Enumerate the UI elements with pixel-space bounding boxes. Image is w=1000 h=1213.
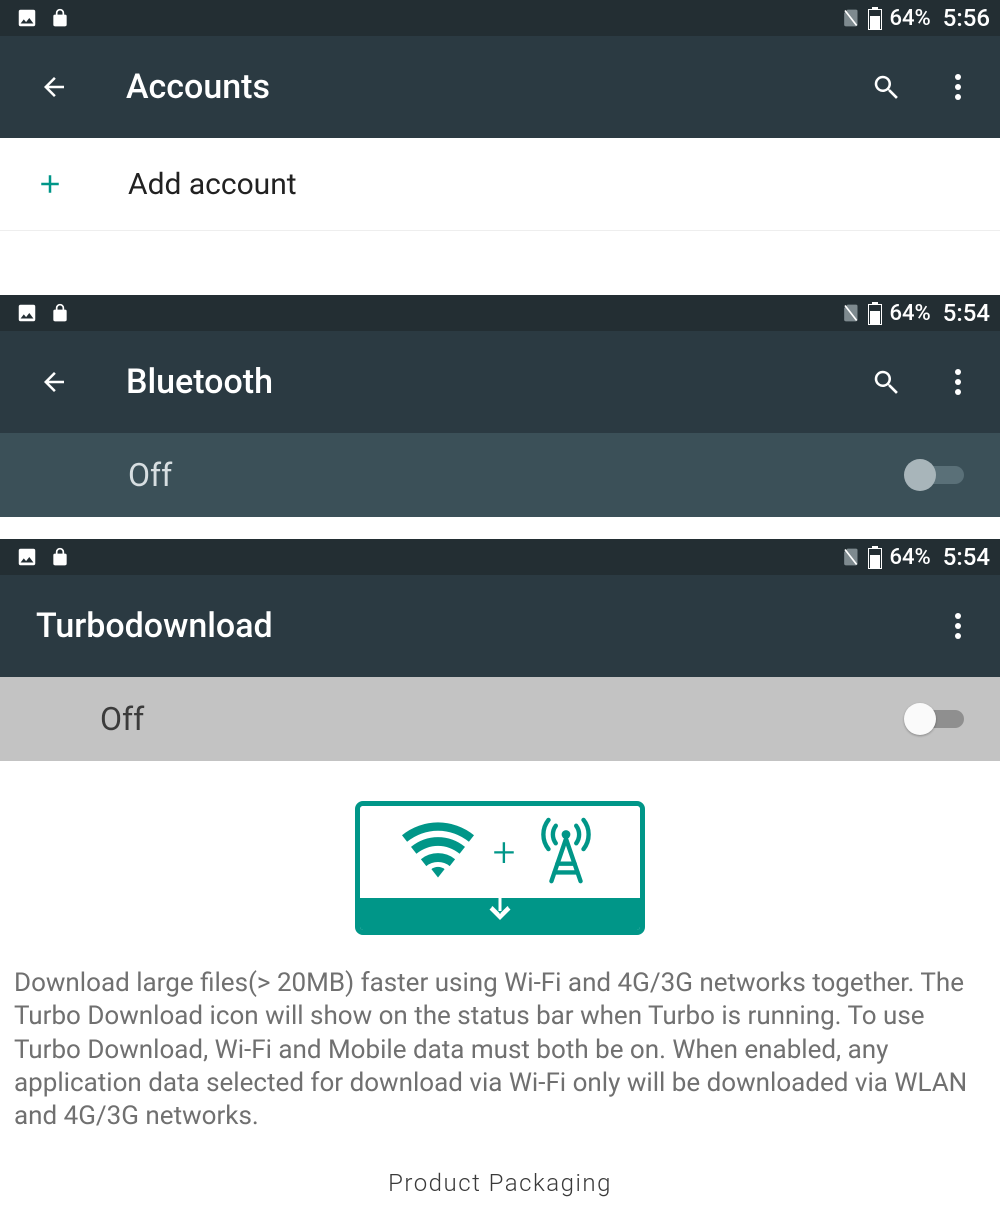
lock-icon (50, 545, 70, 569)
image-icon (16, 546, 38, 568)
sim-icon (840, 6, 860, 30)
panel-turbo: 64% 5:54 Turbodownload Off (0, 539, 1000, 1213)
toolbar-turbo: Turbodownload (0, 575, 1000, 677)
toolbar-accounts: Accounts (0, 36, 1000, 138)
turbo-description: Download large files(> 20MB) faster usin… (0, 959, 1000, 1157)
search-icon[interactable] (864, 367, 908, 397)
add-account-row[interactable]: Add account (0, 138, 1000, 230)
wifi-icon (399, 822, 477, 882)
status-bar: 64% 5:54 (0, 295, 1000, 331)
sim-icon (840, 545, 860, 569)
bluetooth-state-label: Off (128, 456, 172, 494)
plus-symbol: + (493, 829, 516, 876)
overflow-icon[interactable] (936, 611, 980, 641)
panel-gap (0, 517, 1000, 539)
turbo-state-bar: Off (0, 677, 1000, 761)
download-arrow-icon (482, 890, 518, 926)
turbo-state-label: Off (100, 700, 144, 738)
battery-icon (868, 545, 882, 569)
add-account-label: Add account (128, 167, 297, 202)
page-title: Bluetooth (126, 362, 273, 402)
lock-icon (50, 6, 70, 30)
clock: 5:56 (943, 4, 990, 32)
overflow-icon[interactable] (936, 367, 980, 397)
status-bar: 64% 5:54 (0, 539, 1000, 575)
plus-icon (32, 169, 68, 199)
status-bar: 64% 5:56 (0, 0, 1000, 36)
search-icon[interactable] (864, 72, 908, 102)
panel-gap (0, 231, 1000, 295)
battery-percent: 64% (890, 301, 931, 326)
image-icon (16, 7, 38, 29)
battery-icon (868, 301, 882, 325)
clock: 5:54 (943, 543, 990, 571)
bluetooth-switch[interactable] (906, 462, 964, 488)
battery-percent: 64% (890, 545, 931, 570)
battery-percent: 64% (890, 6, 931, 31)
bluetooth-state-bar: Off (0, 433, 1000, 517)
back-icon[interactable] (32, 367, 76, 397)
back-icon[interactable] (32, 72, 76, 102)
toolbar-bluetooth: Bluetooth (0, 331, 1000, 433)
overflow-icon[interactable] (936, 72, 980, 102)
panel-accounts: 64% 5:56 Accounts Add account (0, 0, 1000, 231)
lock-icon (50, 301, 70, 325)
page-title: Turbodownload (36, 606, 273, 646)
page-title: Accounts (126, 67, 270, 107)
image-icon (16, 302, 38, 324)
panel-bluetooth: 64% 5:54 Bluetooth Off (0, 295, 1000, 517)
turbo-switch[interactable] (906, 706, 964, 732)
cell-tower-icon (531, 817, 601, 887)
turbo-illustration: + (0, 761, 1000, 959)
clock: 5:54 (943, 299, 990, 327)
battery-icon (868, 6, 882, 30)
caption: Product Packaging (0, 1157, 1000, 1213)
sim-icon (840, 301, 860, 325)
